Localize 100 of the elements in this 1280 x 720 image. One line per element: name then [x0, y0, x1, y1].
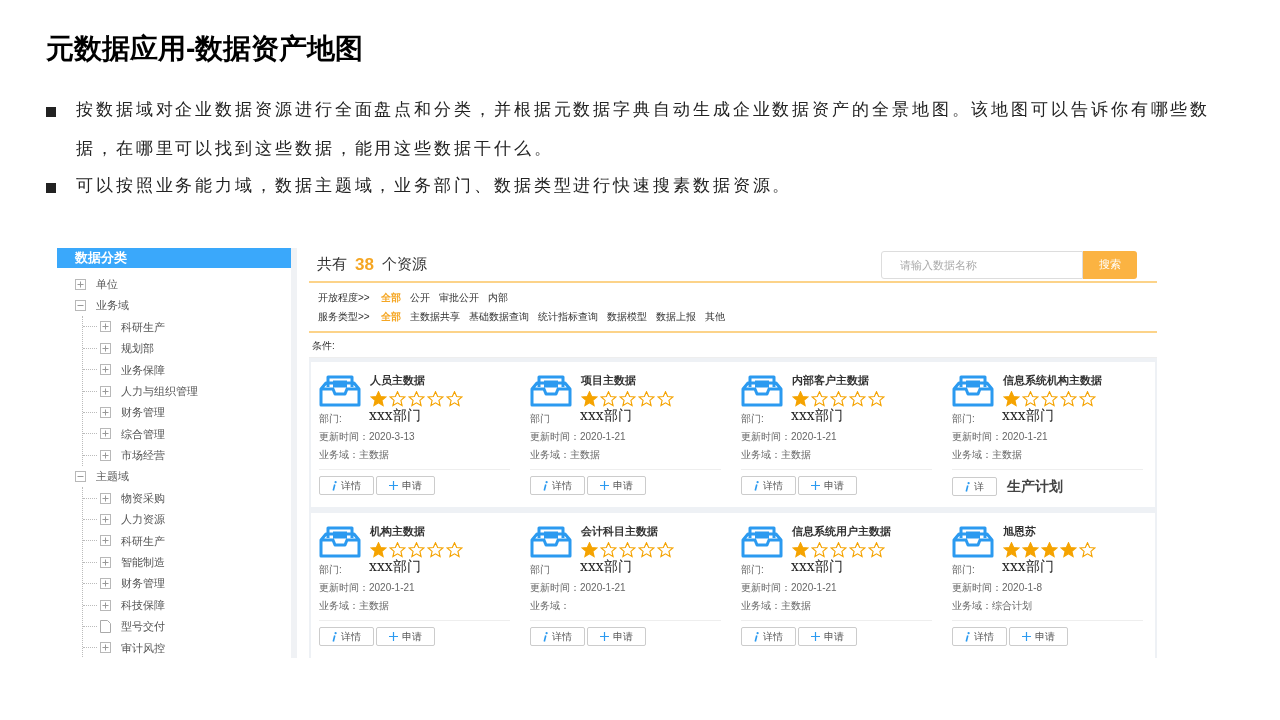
filter-option[interactable]: 其他: [704, 309, 725, 325]
tree-item[interactable]: 综合管理: [121, 425, 165, 443]
business-domain: 业务域：主数据: [952, 448, 1023, 462]
card-title[interactable]: 信息系统用户主数据: [792, 523, 891, 540]
tree-item[interactable]: 业务域: [96, 297, 129, 314]
apply-button[interactable]: 申请: [587, 627, 646, 646]
plus-icon: [389, 632, 398, 641]
minus-box-icon[interactable]: [75, 300, 86, 312]
slide-title: 元数据应用-数据资产地图: [46, 32, 364, 66]
tree-item[interactable]: 主题域: [96, 468, 129, 485]
plus-box-icon[interactable]: [100, 599, 111, 611]
star-icon: [868, 390, 885, 407]
details-button[interactable]: 详情: [319, 627, 374, 646]
bullet-icon: [46, 107, 56, 117]
field-label: 部门: [530, 563, 551, 577]
search-field[interactable]: 请输入数据名称: [881, 250, 1083, 279]
star-icon: [1079, 541, 1096, 558]
filter-option[interactable]: 审批公开: [438, 290, 479, 306]
minus-box-icon[interactable]: [75, 471, 86, 483]
summary-prefix: 共有: [317, 254, 347, 275]
tree-item[interactable]: 财务管理: [121, 575, 165, 592]
star-icon: [1041, 541, 1058, 558]
star-icon: [792, 390, 809, 407]
bullet-text: 可以按照业务能力域，数据主题域，业务部门、数据类型进行快速搜素数据资源。: [76, 174, 793, 197]
plus-box-icon[interactable]: [100, 364, 111, 376]
plus-icon: [811, 481, 820, 490]
plus-box-icon[interactable]: [100, 342, 111, 354]
inbox-icon: [952, 525, 994, 559]
tree-item[interactable]: 型号交付: [121, 618, 165, 635]
card-title[interactable]: 机构主数据: [370, 523, 463, 540]
apply-button[interactable]: 申请: [376, 476, 435, 495]
apply-button[interactable]: 申请: [1009, 627, 1068, 646]
star-icon: [370, 541, 387, 558]
plus-box-icon[interactable]: [100, 642, 111, 654]
apply-button[interactable]: 申请: [376, 627, 435, 646]
card-title[interactable]: 项目主数据: [581, 372, 674, 389]
filter-option[interactable]: 统计指标查询: [537, 309, 598, 325]
card-title[interactable]: 信息系统机构主数据: [1003, 372, 1102, 389]
tree-item[interactable]: 财务管理: [121, 404, 165, 421]
tree-item[interactable]: 市场经营: [121, 447, 165, 464]
tree-item[interactable]: 物资采购: [121, 489, 165, 507]
card-title[interactable]: 会计科目主数据: [581, 523, 674, 540]
apply-button[interactable]: 申请: [798, 476, 857, 495]
filter-option[interactable]: 公开: [409, 290, 430, 306]
star-icon: [619, 390, 636, 407]
plus-box-icon[interactable]: [100, 428, 111, 440]
info-icon: [543, 480, 548, 491]
apply-button[interactable]: 申请: [587, 476, 646, 495]
plus-box-icon[interactable]: [100, 556, 111, 568]
tree-item[interactable]: 规划部: [121, 340, 154, 357]
bullet-icon: [46, 183, 56, 193]
plus-icon: [811, 632, 820, 641]
plus-box-icon[interactable]: [100, 578, 111, 590]
filter-option[interactable]: 主数据共享: [409, 309, 460, 325]
card-title[interactable]: 内部客户主数据: [792, 372, 885, 389]
tree-item[interactable]: 审计风控: [121, 639, 165, 657]
plus-box-icon[interactable]: [100, 535, 111, 547]
sidebar-header: 数据分类: [57, 248, 291, 268]
plus-box-icon[interactable]: [100, 321, 111, 333]
details-button[interactable]: 详情: [319, 476, 374, 495]
tree-item[interactable]: 科技保障: [121, 596, 165, 614]
tree-item[interactable]: 业务保障: [121, 361, 165, 378]
plus-box-icon[interactable]: [100, 449, 111, 461]
star-icon: [389, 390, 406, 407]
info-icon: [754, 480, 759, 491]
plus-box-icon[interactable]: [100, 514, 111, 525]
tree-item[interactable]: 人力资源: [121, 511, 165, 528]
filter-option[interactable]: 内部: [487, 290, 508, 306]
info-icon: [754, 631, 759, 642]
filter-label: 开放程度>>: [318, 291, 370, 306]
details-button[interactable]: 详情: [741, 627, 796, 646]
card-title[interactable]: 旭恩苏: [1003, 523, 1096, 540]
star-icon: [1022, 541, 1039, 558]
plus-box-icon[interactable]: [100, 492, 111, 504]
plus-box-icon[interactable]: [100, 385, 111, 397]
field-label: 部门:: [952, 563, 976, 577]
plus-icon: [389, 481, 398, 490]
resource-count: 38: [355, 253, 374, 276]
tree-item[interactable]: 人力与组织管理: [121, 382, 198, 400]
details-button[interactable]: 详情: [741, 476, 796, 495]
inbox-icon: [319, 525, 361, 559]
details-button[interactable]: 详情: [530, 627, 585, 646]
info-icon: [965, 631, 970, 642]
plus-box-icon[interactable]: [100, 407, 111, 419]
info-icon: [332, 631, 337, 642]
filter-option[interactable]: 数据上报: [655, 309, 696, 325]
details-button[interactable]: 详情: [952, 627, 1007, 646]
plus-box-icon[interactable]: [75, 278, 86, 290]
filter-option[interactable]: 基础数据查询: [468, 309, 529, 325]
tree-item[interactable]: 智能制造: [121, 554, 165, 571]
tree-item[interactable]: 科研生产: [121, 532, 165, 550]
apply-button[interactable]: 申请: [798, 627, 857, 646]
details-button[interactable]: 详情: [530, 476, 585, 495]
filter-option[interactable]: 数据模型: [606, 309, 647, 325]
details-button[interactable]: 详: [952, 477, 997, 496]
inbox-icon: [319, 374, 361, 408]
card-title[interactable]: 人员主数据: [370, 372, 463, 389]
tree-item[interactable]: 单位: [96, 275, 118, 293]
tree-item[interactable]: 科研生产: [121, 318, 165, 336]
star-icon: [370, 390, 387, 407]
